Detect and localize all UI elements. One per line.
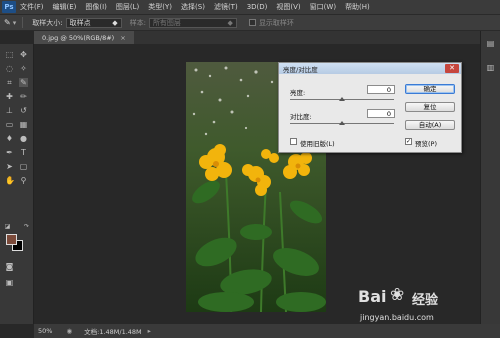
sample-size-label: 取样大小: xyxy=(32,18,63,27)
path-select-tool-icon[interactable]: ➤ xyxy=(5,162,14,171)
panel-icon[interactable]: ▤ xyxy=(486,39,495,48)
foreground-color-swatch[interactable] xyxy=(6,234,17,245)
document-tab-title: 0.jpg @ 50%(RGB/8#) xyxy=(42,33,115,42)
document-size-info: 文档:1.48M/1.48M xyxy=(84,328,142,336)
dialog-titlebar[interactable]: 亮度/对比度 ✕ xyxy=(279,63,461,74)
contrast-label: 对比度: xyxy=(290,113,312,121)
gradient-tool-icon[interactable]: ▦ xyxy=(19,120,28,129)
sample-size-value: 取样点 xyxy=(69,18,91,27)
sample-select[interactable]: 所有图层 ◆ xyxy=(148,17,237,28)
watermark-brand: Bai xyxy=(358,287,387,306)
eyedropper-tool-icon[interactable]: ✎ xyxy=(19,78,28,87)
auto-button[interactable]: 自动(A) xyxy=(405,120,455,130)
hand-tool-icon[interactable]: ✋ xyxy=(5,176,15,185)
healing-tool-icon[interactable]: ✚ xyxy=(5,92,14,101)
close-icon[interactable]: ✕ xyxy=(445,64,459,73)
contrast-slider-thumb[interactable] xyxy=(339,121,345,125)
marquee-tool-icon[interactable]: ⬚ xyxy=(5,50,14,59)
brightness-slider-thumb[interactable] xyxy=(339,97,345,101)
panel-icon[interactable]: ▥ xyxy=(486,63,495,72)
brightness-label: 亮度: xyxy=(290,89,306,97)
menu-file[interactable]: 文件(F) xyxy=(20,2,44,12)
dialog-title: 亮度/对比度 xyxy=(283,65,318,74)
contrast-input[interactable]: 0 xyxy=(367,109,395,118)
chevron-down-icon: ◆ xyxy=(112,18,118,27)
eraser-tool-icon[interactable]: ▭ xyxy=(5,120,14,129)
legacy-checkbox[interactable] xyxy=(290,138,297,145)
default-colors-icon[interactable]: ◪ xyxy=(3,222,12,231)
menu-window[interactable]: 窗口(W) xyxy=(310,2,336,12)
stamp-tool-icon[interactable]: ⊥ xyxy=(5,106,14,115)
swap-colors-icon[interactable]: ↷ xyxy=(22,222,31,231)
menu-image[interactable]: 图像(I) xyxy=(85,2,107,12)
blur-tool-icon[interactable]: ♦ xyxy=(5,134,14,143)
preview-label: 预览(P) xyxy=(415,140,437,148)
paw-icon: ❀ xyxy=(390,285,405,305)
reset-button[interactable]: 复位 xyxy=(405,102,455,112)
brightness-input[interactable]: 0 xyxy=(367,85,395,94)
zoom-tool-icon[interactable]: ⚲ xyxy=(19,176,28,185)
chevron-down-icon: ◆ xyxy=(227,18,233,27)
status-arrow-icon[interactable]: ▸ xyxy=(148,327,151,335)
baidu-jingyan-watermark: Bai ❀ 经验 jingyan.baidu.com xyxy=(352,283,492,333)
quick-select-tool-icon[interactable]: ✧ xyxy=(19,64,28,73)
show-ring-label: 显示取样环 xyxy=(258,18,294,27)
watermark-url: jingyan.baidu.com xyxy=(360,313,434,322)
toolbox: ⬚ ✥ ◌ ✧ ⌗ ✎ ✚ ✏ ⊥ ↺ ▭ ▦ ♦ ● ✒ T ➤ ▢ ✋ ⚲ … xyxy=(0,44,34,324)
menu-edit[interactable]: 编辑(E) xyxy=(53,2,77,12)
shape-tool-icon[interactable]: ▢ xyxy=(19,162,28,171)
show-ring-checkbox[interactable] xyxy=(248,19,256,26)
sample-size-select[interactable]: 取样点 ◆ xyxy=(65,17,122,28)
document-tab-bar: 0.jpg @ 50%(RGB/8#) × xyxy=(34,31,480,44)
menu-filter[interactable]: 滤镜(T) xyxy=(214,2,238,12)
dodge-tool-icon[interactable]: ● xyxy=(19,134,28,143)
menu-layer[interactable]: 图层(L) xyxy=(116,2,139,12)
menu-bar: Ps 文件(F) 编辑(E) 图像(I) 图层(L) 类型(Y) 选择(S) 滤… xyxy=(0,0,500,14)
menu-select[interactable]: 选择(S) xyxy=(181,2,205,12)
lasso-tool-icon[interactable]: ◌ xyxy=(5,64,14,73)
brightness-contrast-dialog: 亮度/对比度 ✕ 亮度: 0 对比度: 0 使用旧版(L) 确定 复位 自动(A… xyxy=(278,62,462,153)
history-brush-tool-icon[interactable]: ↺ xyxy=(19,106,28,115)
close-icon[interactable]: × xyxy=(120,34,125,42)
panel-dock: ▤ ▥ xyxy=(480,31,500,324)
pen-tool-icon[interactable]: ✒ xyxy=(5,148,14,157)
preview-checkbox[interactable]: ✓ xyxy=(405,138,412,145)
sample-label: 样本: xyxy=(129,18,146,27)
watermark-brand-suffix: 经验 xyxy=(412,293,439,308)
tool-preset-chevron-icon[interactable]: ▾ xyxy=(13,19,17,27)
status-info-icon[interactable]: ◉ xyxy=(66,327,72,335)
menu-view[interactable]: 视图(V) xyxy=(276,2,300,12)
brush-tool-icon[interactable]: ✏ xyxy=(19,92,28,101)
divider xyxy=(22,17,24,28)
document-tab[interactable]: 0.jpg @ 50%(RGB/8#) × xyxy=(34,31,134,44)
photoshop-logo: Ps xyxy=(2,1,16,13)
move-tool-icon[interactable]: ✥ xyxy=(19,50,28,59)
crop-tool-icon[interactable]: ⌗ xyxy=(5,78,14,87)
ok-button[interactable]: 确定 xyxy=(405,84,455,94)
zoom-level[interactable]: 50% xyxy=(38,327,52,335)
legacy-label: 使用旧版(L) xyxy=(300,140,335,148)
screen-mode-icon[interactable]: ▣ xyxy=(5,278,14,287)
type-tool-icon[interactable]: T xyxy=(19,148,28,157)
menu-type[interactable]: 类型(Y) xyxy=(148,2,172,12)
menu-help[interactable]: 帮助(H) xyxy=(345,2,370,12)
quick-mask-icon[interactable]: ◙ xyxy=(5,262,14,271)
eyedropper-icon[interactable]: ✎ xyxy=(4,18,11,27)
options-bar: ✎ ▾ 取样大小: 取样点 ◆ 样本: 所有图层 ◆ 显示取样环 xyxy=(0,14,500,31)
sample-value: 所有图层 xyxy=(152,18,181,27)
menu-3d[interactable]: 3D(D) xyxy=(247,3,268,11)
